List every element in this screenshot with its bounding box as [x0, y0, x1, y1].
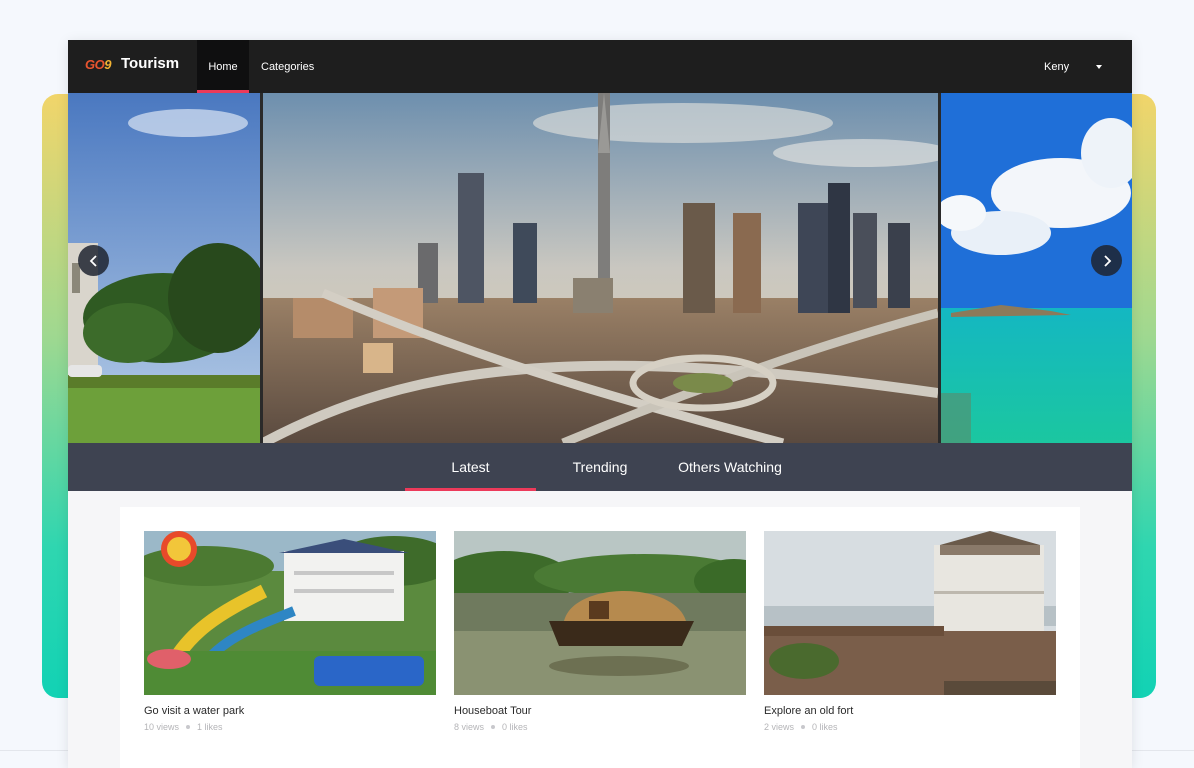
tab-latest[interactable]: Latest — [405, 443, 536, 491]
card-title[interactable]: Go visit a water park — [144, 705, 436, 717]
nav-home-label: Home — [208, 60, 238, 73]
card-views: 8 views — [454, 722, 485, 732]
card-water-park[interactable]: Go visit a water park 10 views 1 likes — [144, 531, 436, 732]
card-houseboat-tour[interactable]: Houseboat Tour 8 views 0 likes — [454, 531, 746, 732]
logo-text-accent: 9 — [104, 57, 111, 72]
carousel-next-button[interactable] — [1091, 245, 1122, 276]
card-meta: 8 views 0 likes — [454, 722, 746, 732]
card-title[interactable]: Houseboat Tour — [454, 705, 746, 717]
card-image[interactable] — [454, 531, 746, 695]
card-image[interactable] — [764, 531, 1056, 695]
nav-home[interactable]: Home — [197, 40, 249, 93]
brand-name[interactable]: Tourism — [121, 55, 179, 72]
card-image[interactable] — [144, 531, 436, 695]
content-tabs: Latest Trending Others Watching — [68, 443, 1132, 491]
card-views: 2 views — [764, 722, 795, 732]
app-window: GO9 Tourism Home Categories Keny Latest … — [68, 40, 1132, 768]
separator-dot — [186, 725, 191, 729]
separator-dot — [491, 725, 496, 729]
caret-down-icon[interactable] — [1096, 65, 1102, 69]
carousel-slide-current[interactable] — [263, 93, 938, 443]
chevron-left-icon — [89, 254, 97, 267]
card-title[interactable]: Explore an old fort — [764, 705, 1056, 717]
content-area: Go visit a water park 10 views 1 likes H… — [68, 491, 1132, 768]
card-old-fort[interactable]: Explore an old fort 2 views 0 likes — [764, 531, 1056, 732]
user-menu[interactable]: Keny — [1044, 40, 1069, 93]
tab-latest-label: Latest — [451, 459, 490, 475]
card-likes: 0 likes — [502, 722, 528, 732]
card-views: 10 views — [144, 722, 180, 732]
hero-carousel[interactable] — [68, 93, 1132, 443]
card-likes: 0 likes — [812, 722, 838, 732]
card-panel: Go visit a water park 10 views 1 likes H… — [120, 507, 1080, 768]
tab-trending[interactable]: Trending — [548, 443, 652, 491]
card-likes: 1 likes — [197, 722, 223, 732]
card-meta: 2 views 0 likes — [764, 722, 1056, 732]
nav-categories[interactable]: Categories — [261, 40, 314, 93]
card-meta: 10 views 1 likes — [144, 722, 436, 732]
brand-logo[interactable]: GO9 — [85, 57, 111, 72]
logo-text: GO — [85, 57, 105, 72]
separator-dot — [801, 725, 806, 729]
tab-others-watching[interactable]: Others Watching — [670, 443, 790, 491]
top-navbar: GO9 Tourism Home Categories Keny — [68, 40, 1132, 93]
carousel-prev-button[interactable] — [78, 245, 109, 276]
chevron-right-icon — [1103, 254, 1111, 267]
